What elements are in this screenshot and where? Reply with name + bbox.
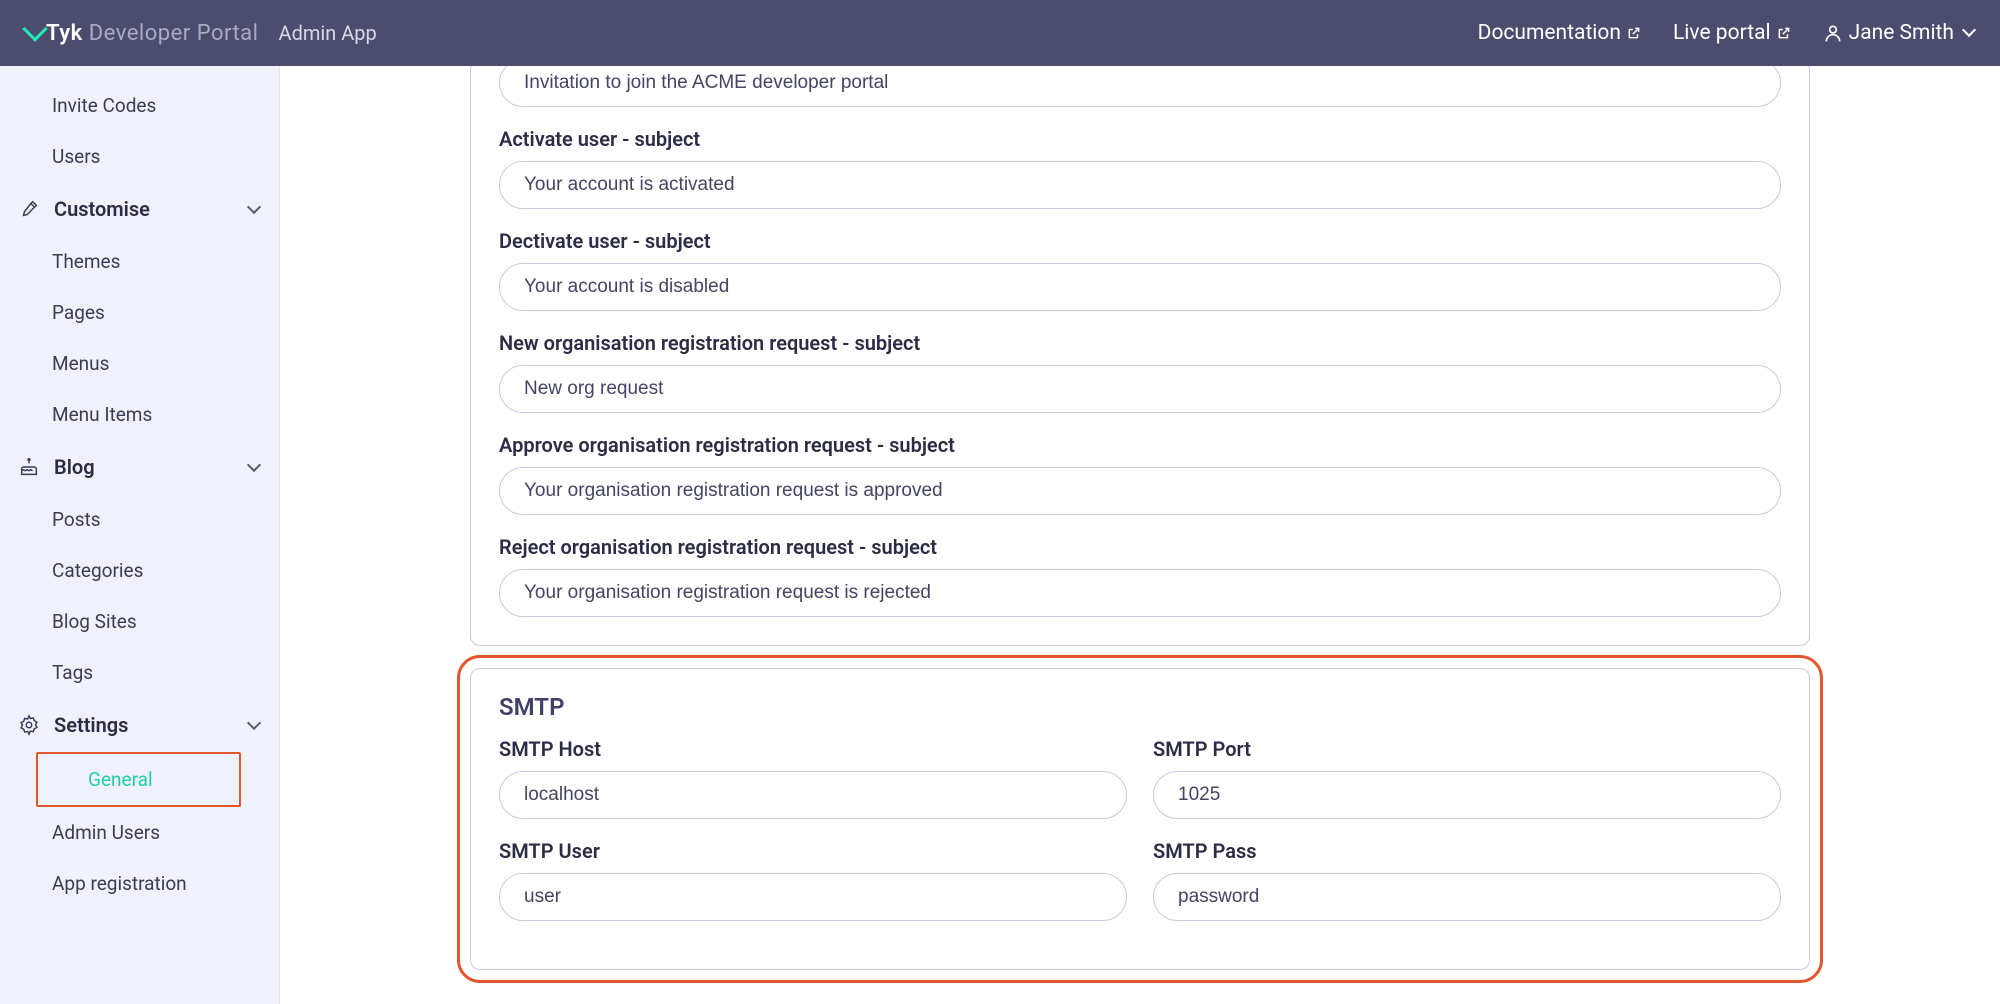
smtp-port-label: SMTP Port <box>1153 737 1781 761</box>
sidebar: Invite Codes Users Customise Themes Page… <box>0 66 280 1004</box>
app-header: Tyk Developer Portal Admin App Documenta… <box>0 0 2000 66</box>
new-org-label: New organisation registration request - … <box>499 331 1781 355</box>
main-content: Activate user - subject Dectivate user -… <box>280 66 2000 1004</box>
admin-app-label: Admin App <box>279 21 377 45</box>
user-name: Jane Smith <box>1849 21 1954 45</box>
documentation-link[interactable]: Documentation <box>1478 21 1641 45</box>
smtp-host-input[interactable] <box>499 771 1127 819</box>
user-menu[interactable]: Jane Smith <box>1823 21 1974 45</box>
reject-org-input[interactable] <box>499 569 1781 617</box>
sidebar-item-categories[interactable]: Categories <box>0 545 279 596</box>
sidebar-item-blog-sites[interactable]: Blog Sites <box>0 596 279 647</box>
sidebar-item-pages[interactable]: Pages <box>0 287 279 338</box>
smtp-title: SMTP <box>499 693 1781 721</box>
external-link-icon <box>1627 26 1641 40</box>
logo-suffix: Developer Portal <box>89 21 259 46</box>
activate-user-label: Activate user - subject <box>499 127 1781 151</box>
chevron-down-icon <box>1962 23 1976 37</box>
smtp-host-label: SMTP Host <box>499 737 1127 761</box>
deactivate-user-label: Dectivate user - subject <box>499 229 1781 253</box>
sidebar-item-admin-users[interactable]: Admin Users <box>0 807 279 858</box>
logo[interactable]: Tyk Developer Portal <box>26 21 259 46</box>
live-portal-link[interactable]: Live portal <box>1673 21 1791 45</box>
smtp-pass-input[interactable] <box>1153 873 1781 921</box>
approve-org-input[interactable] <box>499 467 1781 515</box>
sidebar-section-customise[interactable]: Customise <box>0 182 279 236</box>
sidebar-item-invite-codes[interactable]: Invite Codes <box>0 80 279 131</box>
paintbrush-icon <box>16 196 42 222</box>
new-org-input[interactable] <box>499 365 1781 413</box>
documentation-label: Documentation <box>1478 21 1621 45</box>
sidebar-item-menus[interactable]: Menus <box>0 338 279 389</box>
check-icon <box>22 16 47 41</box>
deactivate-user-input[interactable] <box>499 263 1781 311</box>
sidebar-item-posts[interactable]: Posts <box>0 494 279 545</box>
email-subjects-panel: Activate user - subject Dectivate user -… <box>470 66 1810 646</box>
smtp-panel: SMTP SMTP Host SMTP Port SMTP User <box>470 668 1810 970</box>
sidebar-item-app-registration[interactable]: App registration <box>0 858 279 909</box>
sidebar-item-menu-items[interactable]: Menu Items <box>0 389 279 440</box>
sidebar-item-themes[interactable]: Themes <box>0 236 279 287</box>
chevron-down-icon <box>247 458 261 472</box>
smtp-pass-label: SMTP Pass <box>1153 839 1781 863</box>
invite-subject-input[interactable] <box>499 66 1781 107</box>
smtp-port-input[interactable] <box>1153 771 1781 819</box>
sidebar-section-settings[interactable]: Settings <box>0 698 279 752</box>
external-link-icon <box>1777 26 1791 40</box>
user-icon <box>1823 22 1843 44</box>
sidebar-item-tags[interactable]: Tags <box>0 647 279 698</box>
sidebar-item-general[interactable]: General <box>36 752 241 807</box>
chevron-down-icon <box>247 200 261 214</box>
smtp-user-label: SMTP User <box>499 839 1127 863</box>
sidebar-section-blog[interactable]: Blog <box>0 440 279 494</box>
reject-org-label: Reject organisation registration request… <box>499 535 1781 559</box>
sidebar-item-users[interactable]: Users <box>0 131 279 182</box>
cake-icon <box>16 454 42 480</box>
gear-icon <box>16 712 42 738</box>
activate-user-input[interactable] <box>499 161 1781 209</box>
smtp-user-input[interactable] <box>499 873 1127 921</box>
approve-org-label: Approve organisation registration reques… <box>499 433 1781 457</box>
live-portal-label: Live portal <box>1673 21 1771 45</box>
chevron-down-icon <box>247 716 261 730</box>
logo-prefix: Tyk <box>46 21 83 46</box>
